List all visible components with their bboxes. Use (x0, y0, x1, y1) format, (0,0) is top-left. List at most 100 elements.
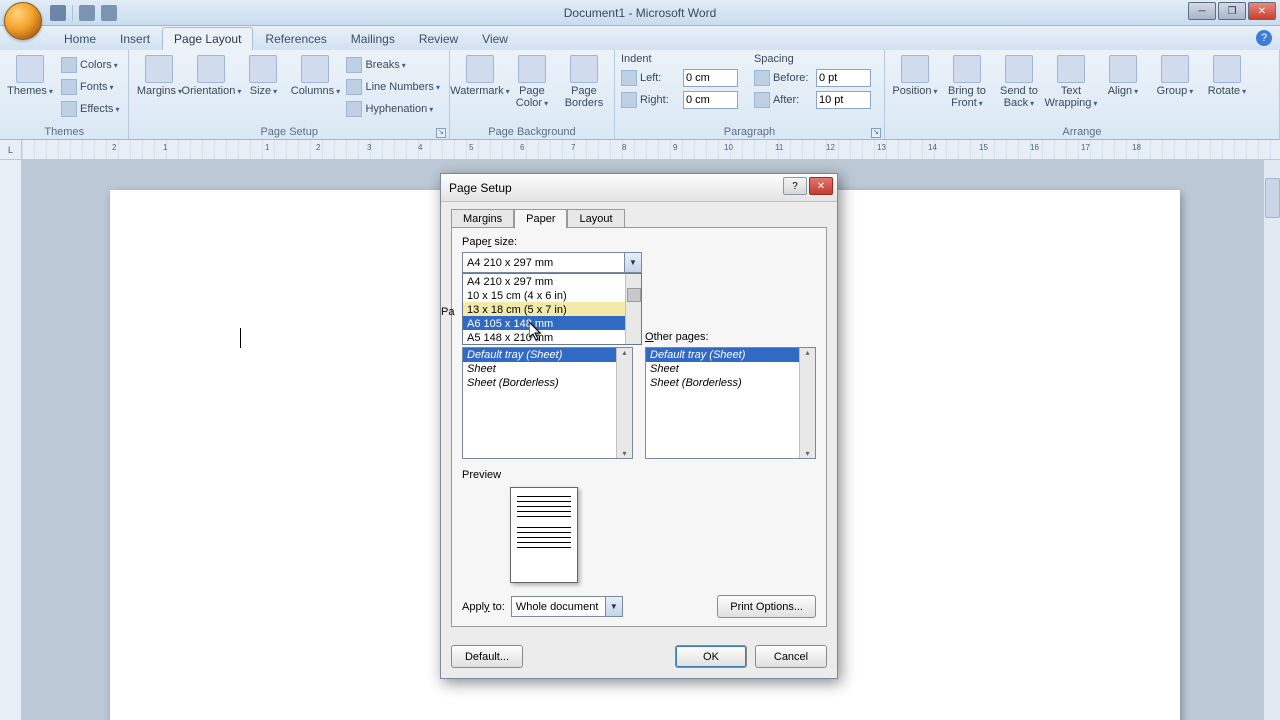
dialog-launcher-icon[interactable]: ↘ (436, 128, 446, 138)
chevron-down-icon[interactable]: ▼ (624, 253, 641, 272)
ribbon-tabs: Home Insert Page Layout References Maili… (0, 26, 1280, 50)
tab-mailings[interactable]: Mailings (339, 27, 407, 50)
tab-references[interactable]: References (253, 27, 338, 50)
paper-size-option[interactable]: 10 x 15 cm (4 x 6 in) (463, 288, 641, 302)
tray-option[interactable]: Default tray (Sheet) (463, 348, 632, 362)
colors-button[interactable]: Colors (58, 55, 122, 75)
margins-button[interactable]: Margins (135, 53, 183, 97)
tray-option[interactable]: Default tray (Sheet) (646, 348, 815, 362)
page-borders-button[interactable]: Page Borders (560, 53, 608, 109)
breaks-button[interactable]: Breaks (343, 55, 443, 75)
send-back-button[interactable]: Send to Back (995, 53, 1043, 109)
indent-left-icon (621, 70, 637, 86)
rotate-icon (1213, 55, 1241, 83)
effects-button[interactable]: Effects (58, 99, 122, 119)
dropdown-scrollbar[interactable] (625, 274, 641, 344)
dialog-tab-margins[interactable]: Margins (451, 209, 514, 229)
fonts-button[interactable]: Fonts (58, 77, 122, 97)
line-numbers-button[interactable]: Line Numbers (343, 77, 443, 97)
apply-to-combo[interactable]: Whole document ▼ (511, 596, 623, 617)
spacing-before-input[interactable] (816, 69, 871, 87)
scrollbar-thumb[interactable] (1265, 178, 1280, 218)
tab-review[interactable]: Review (407, 27, 470, 50)
align-button[interactable]: Align (1099, 53, 1147, 97)
tray-option[interactable]: Sheet (463, 362, 632, 376)
tray-option[interactable]: Sheet (646, 362, 815, 376)
group-label: Paragraph↘ (621, 125, 878, 139)
first-page-listbox[interactable]: Default tray (Sheet) Sheet Sheet (Border… (462, 347, 633, 459)
listbox-scrollbar[interactable] (616, 348, 632, 458)
maximize-button[interactable]: ❐ (1218, 2, 1246, 20)
bring-front-button[interactable]: Bring to Front (943, 53, 991, 109)
dialog-help-button[interactable]: ? (783, 177, 807, 195)
tray-option[interactable]: Sheet (Borderless) (463, 376, 632, 390)
paper-size-dropdown: A4 210 x 297 mm 10 x 15 cm (4 x 6 in) 13… (462, 273, 642, 345)
tab-selector[interactable]: L (0, 140, 22, 160)
other-pages-listbox[interactable]: Default tray (Sheet) Sheet Sheet (Border… (645, 347, 816, 459)
help-icon[interactable]: ? (1256, 30, 1272, 46)
dialog-titlebar[interactable]: Page Setup ? ✕ (441, 174, 837, 202)
paper-size-option[interactable]: A4 210 x 297 mm (463, 274, 641, 288)
print-options-button[interactable]: Print Options... (717, 595, 816, 618)
line-numbers-icon (346, 79, 362, 95)
indent-right-input[interactable] (683, 91, 738, 109)
dialog-launcher-icon[interactable]: ↘ (871, 128, 881, 138)
redo-icon[interactable] (101, 5, 117, 21)
dialog-tab-paper[interactable]: Paper (514, 209, 567, 229)
indent-left-input[interactable] (683, 69, 738, 87)
dialog-close-button[interactable]: ✕ (809, 177, 833, 195)
listbox-scrollbar[interactable] (799, 348, 815, 458)
paper-size-value[interactable]: A4 210 x 297 mm (462, 252, 642, 273)
tab-page-layout[interactable]: Page Layout (162, 27, 253, 50)
tab-insert[interactable]: Insert (108, 27, 162, 50)
rotate-button[interactable]: Rotate (1203, 53, 1251, 97)
hyphenation-button[interactable]: Hyphenation (343, 99, 443, 119)
vertical-scrollbar[interactable] (1263, 160, 1280, 720)
tray-option[interactable]: Sheet (Borderless) (646, 376, 815, 390)
watermark-icon (466, 55, 494, 83)
page-setup-dialog: Page Setup ? ✕ Margins Paper Layout Pape… (440, 173, 838, 679)
quick-access-toolbar (50, 5, 117, 21)
group-page-setup: Margins Orientation Size Columns Breaks … (129, 50, 450, 139)
preview-label: Preview (462, 469, 816, 481)
size-button[interactable]: Size (239, 53, 287, 97)
scrollbar-thumb[interactable] (627, 288, 641, 302)
orientation-button[interactable]: Orientation (187, 53, 235, 97)
tab-home[interactable]: Home (52, 27, 108, 50)
paper-size-option[interactable]: 13 x 18 cm (5 x 7 in) (463, 302, 641, 316)
themes-button[interactable]: Themes (6, 53, 54, 97)
group-button[interactable]: Group (1151, 53, 1199, 97)
columns-button[interactable]: Columns (291, 53, 339, 97)
default-button[interactable]: Default... (451, 645, 523, 668)
page-color-icon (518, 55, 546, 83)
breaks-icon (346, 57, 362, 73)
tab-view[interactable]: View (470, 27, 520, 50)
paper-size-combo[interactable]: A4 210 x 297 mm ▼ A4 210 x 297 mm 10 x 1… (462, 252, 642, 273)
vertical-ruler[interactable] (0, 160, 22, 720)
paper-size-option[interactable]: A6 105 x 148 mm (463, 316, 641, 330)
bring-front-icon (953, 55, 981, 83)
text-wrapping-button[interactable]: Text Wrapping (1047, 53, 1095, 109)
paper-size-option[interactable]: A5 148 x 210 mm (463, 330, 641, 344)
horizontal-ruler[interactable]: 21123456789101112131415161718 (22, 140, 1280, 159)
cancel-button[interactable]: Cancel (755, 645, 827, 668)
chevron-down-icon[interactable]: ▼ (605, 597, 622, 616)
fonts-icon (61, 79, 77, 95)
spacing-after-input[interactable] (816, 91, 871, 109)
minimize-button[interactable]: ─ (1188, 2, 1216, 20)
undo-icon[interactable] (79, 5, 95, 21)
mouse-cursor-icon (529, 322, 543, 342)
group-label: Arrange (891, 125, 1273, 139)
group-themes: Themes Colors Fonts Effects Themes (0, 50, 129, 139)
save-icon[interactable] (50, 5, 66, 21)
dialog-title: Page Setup (449, 181, 512, 195)
position-icon (901, 55, 929, 83)
paper-size-label: Paper size: (462, 236, 816, 248)
office-button[interactable] (4, 2, 42, 40)
position-button[interactable]: Position (891, 53, 939, 97)
watermark-button[interactable]: Watermark (456, 53, 504, 97)
page-color-button[interactable]: Page Color (508, 53, 556, 109)
close-button[interactable]: ✕ (1248, 2, 1276, 20)
ok-button[interactable]: OK (675, 645, 747, 668)
dialog-tab-layout[interactable]: Layout (567, 209, 624, 229)
